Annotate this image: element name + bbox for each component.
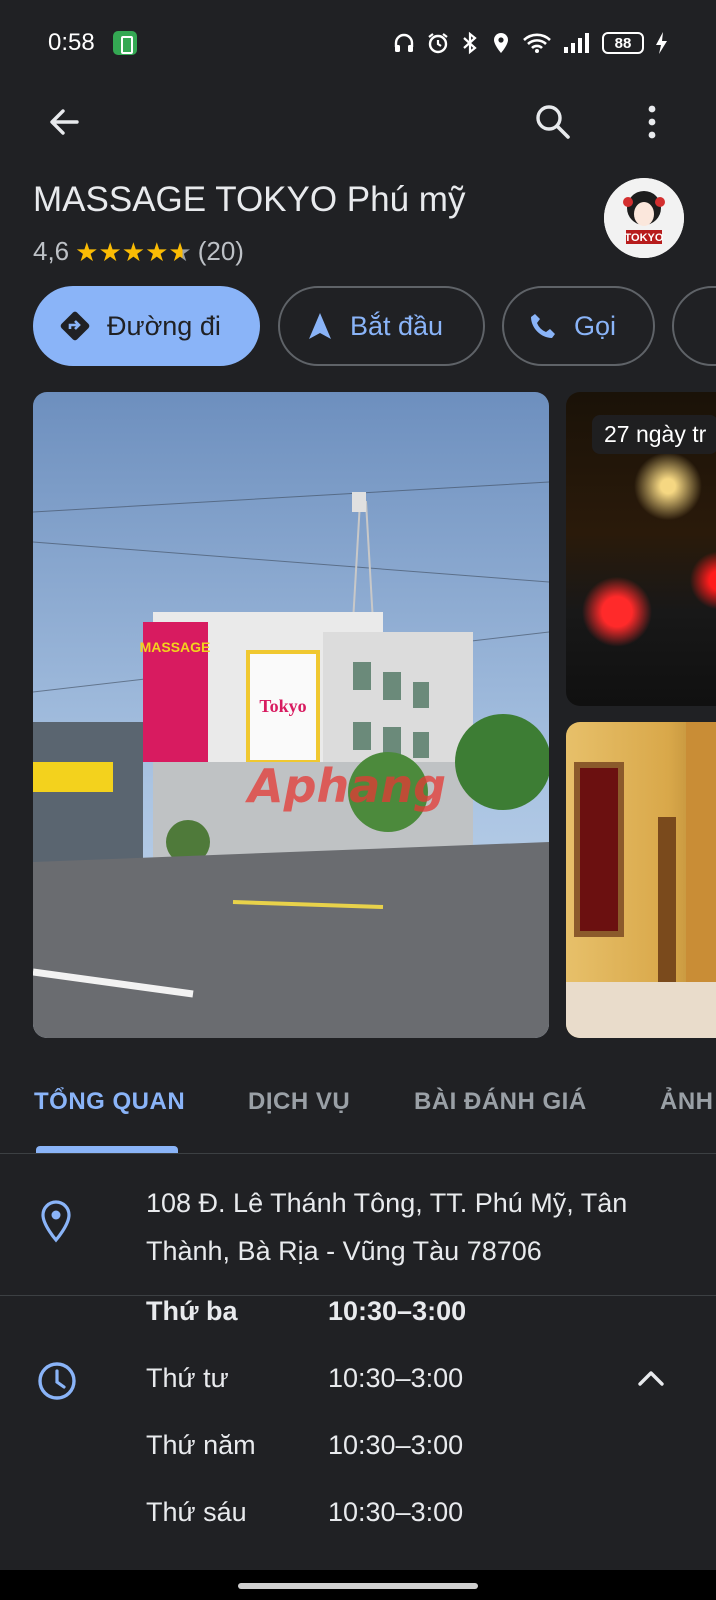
address-text: 108 Đ. Lê Thánh Tông, TT. Phú Mỹ, Tân Th…: [146, 1179, 686, 1275]
photo-date-badge: 27 ngày tr: [592, 415, 716, 454]
hours-row: Thứ tư 10:30–3:00: [146, 1363, 546, 1394]
more-vert-icon: [648, 105, 656, 139]
place-logo[interactable]: TOKYO: [604, 178, 684, 258]
search-icon: [536, 105, 570, 139]
review-count: (20): [197, 236, 244, 266]
svg-text:MASSAGE: MASSAGE: [140, 639, 211, 655]
tab-reviews[interactable]: BÀI ĐÁNH GIÁ: [414, 1088, 587, 1116]
start-label: Bắt đầu: [350, 310, 444, 341]
photo-gallery: MASSAGE Tokyo Aphang: [0, 392, 716, 1038]
gesture-nav-bar: [0, 1570, 716, 1600]
phone-icon: [531, 314, 555, 338]
hours-day: Thứ tư: [146, 1363, 229, 1393]
back-button[interactable]: [42, 100, 86, 144]
hours-day: Thứ năm: [146, 1430, 256, 1460]
interior-photo[interactable]: [566, 722, 716, 1038]
main-photo[interactable]: MASSAGE Tokyo Aphang: [33, 392, 549, 1038]
place-title: MASSAGE TOKYO Phú mỹ: [33, 180, 466, 219]
star-icon: ★: [145, 236, 169, 267]
start-button[interactable]: Bắt đầu: [278, 286, 485, 366]
tab-services[interactable]: DỊCH VỤ: [248, 1088, 350, 1116]
location-icon: [494, 33, 508, 53]
bluetooth-icon: [463, 31, 477, 55]
back-arrow-icon: [50, 109, 79, 135]
wifi-icon: [523, 33, 551, 53]
star-icon: ★: [75, 236, 99, 267]
svg-text:Tokyo: Tokyo: [259, 696, 306, 716]
battery-level: 88: [602, 32, 644, 54]
address-line-2: Thành, Bà Rịa - Vũng Tàu 78706: [146, 1236, 542, 1266]
rating-stars: ★ ★ ★ ★ ★: [75, 239, 192, 265]
search-button[interactable]: [531, 100, 575, 144]
status-time: 0:58: [48, 29, 95, 56]
rating-row[interactable]: 4,6 ★ ★ ★ ★ ★ (20): [33, 236, 244, 267]
status-bar: 0:58 88: [0, 0, 716, 86]
directions-icon: [60, 311, 90, 341]
directions-button[interactable]: Đường đi: [33, 286, 260, 366]
hours-day: Thứ ba: [146, 1296, 238, 1326]
call-button[interactable]: Gọi: [502, 286, 655, 366]
hours-time: 10:30–3:00: [328, 1430, 464, 1460]
svg-text:Aphang: Aphang: [245, 759, 446, 813]
half-star-icon: ★: [168, 236, 192, 267]
chevron-up-icon[interactable]: [636, 1368, 666, 1388]
status-icons: 88: [392, 31, 668, 55]
opening-hours[interactable]: Thứ ba 10:30–3:00 Thứ tư 10:30–3:00 Thứ …: [0, 1296, 716, 1570]
active-tab-indicator: [36, 1146, 178, 1153]
call-label: Gọi: [574, 310, 617, 341]
clock-icon: [38, 1362, 76, 1400]
more-action-chip[interactable]: [672, 286, 716, 366]
battery-saver-icon: [112, 31, 137, 55]
star-icon: ★: [98, 236, 122, 267]
tab-overview[interactable]: TỔNG QUAN: [34, 1088, 185, 1116]
navigation-arrow-icon: [309, 313, 331, 339]
star-icon: ★: [121, 236, 146, 267]
top-app-bar: [0, 86, 716, 158]
geisha-logo-icon: TOKYO: [604, 178, 684, 258]
hours-time: 10:30–3:00: [328, 1296, 467, 1326]
hours-row: Thứ ba 10:30–3:00: [146, 1296, 546, 1327]
rating-value: 4,6: [33, 236, 70, 266]
signal-icon: [564, 33, 589, 53]
action-chips: Đường đi Bắt đầu Gọi: [33, 286, 716, 368]
alarm-icon: [428, 33, 448, 54]
tab-bar: TỔNG QUAN DỊCH VỤ BÀI ĐÁNH GIÁ ẢNH: [0, 1062, 716, 1154]
more-options-button[interactable]: [630, 100, 674, 144]
hours-row: Thứ sáu 10:30–3:00: [146, 1497, 546, 1528]
hours-row: Thứ năm 10:30–3:00: [146, 1430, 546, 1461]
headphones-icon: [394, 33, 414, 52]
directions-label: Đường đi: [107, 310, 221, 341]
svg-text:TOKYO: TOKYO: [625, 232, 664, 244]
location-pin-icon: [41, 1200, 71, 1243]
interior-painting: [566, 722, 716, 1038]
tab-photos[interactable]: ẢNH: [660, 1088, 714, 1116]
address-row[interactable]: 108 Đ. Lê Thánh Tông, TT. Phú Mỹ, Tân Th…: [0, 1155, 716, 1296]
address-line-1: 108 Đ. Lê Thánh Tông, TT. Phú Mỹ, Tân: [146, 1188, 628, 1218]
hours-day: Thứ sáu: [146, 1497, 247, 1527]
charging-icon: [656, 32, 667, 54]
hours-time: 10:30–3:00: [328, 1497, 464, 1527]
storefront-photo: MASSAGE Tokyo Aphang: [33, 392, 549, 1038]
home-handle[interactable]: [238, 1583, 478, 1589]
hours-time: 10:30–3:00: [328, 1363, 464, 1393]
